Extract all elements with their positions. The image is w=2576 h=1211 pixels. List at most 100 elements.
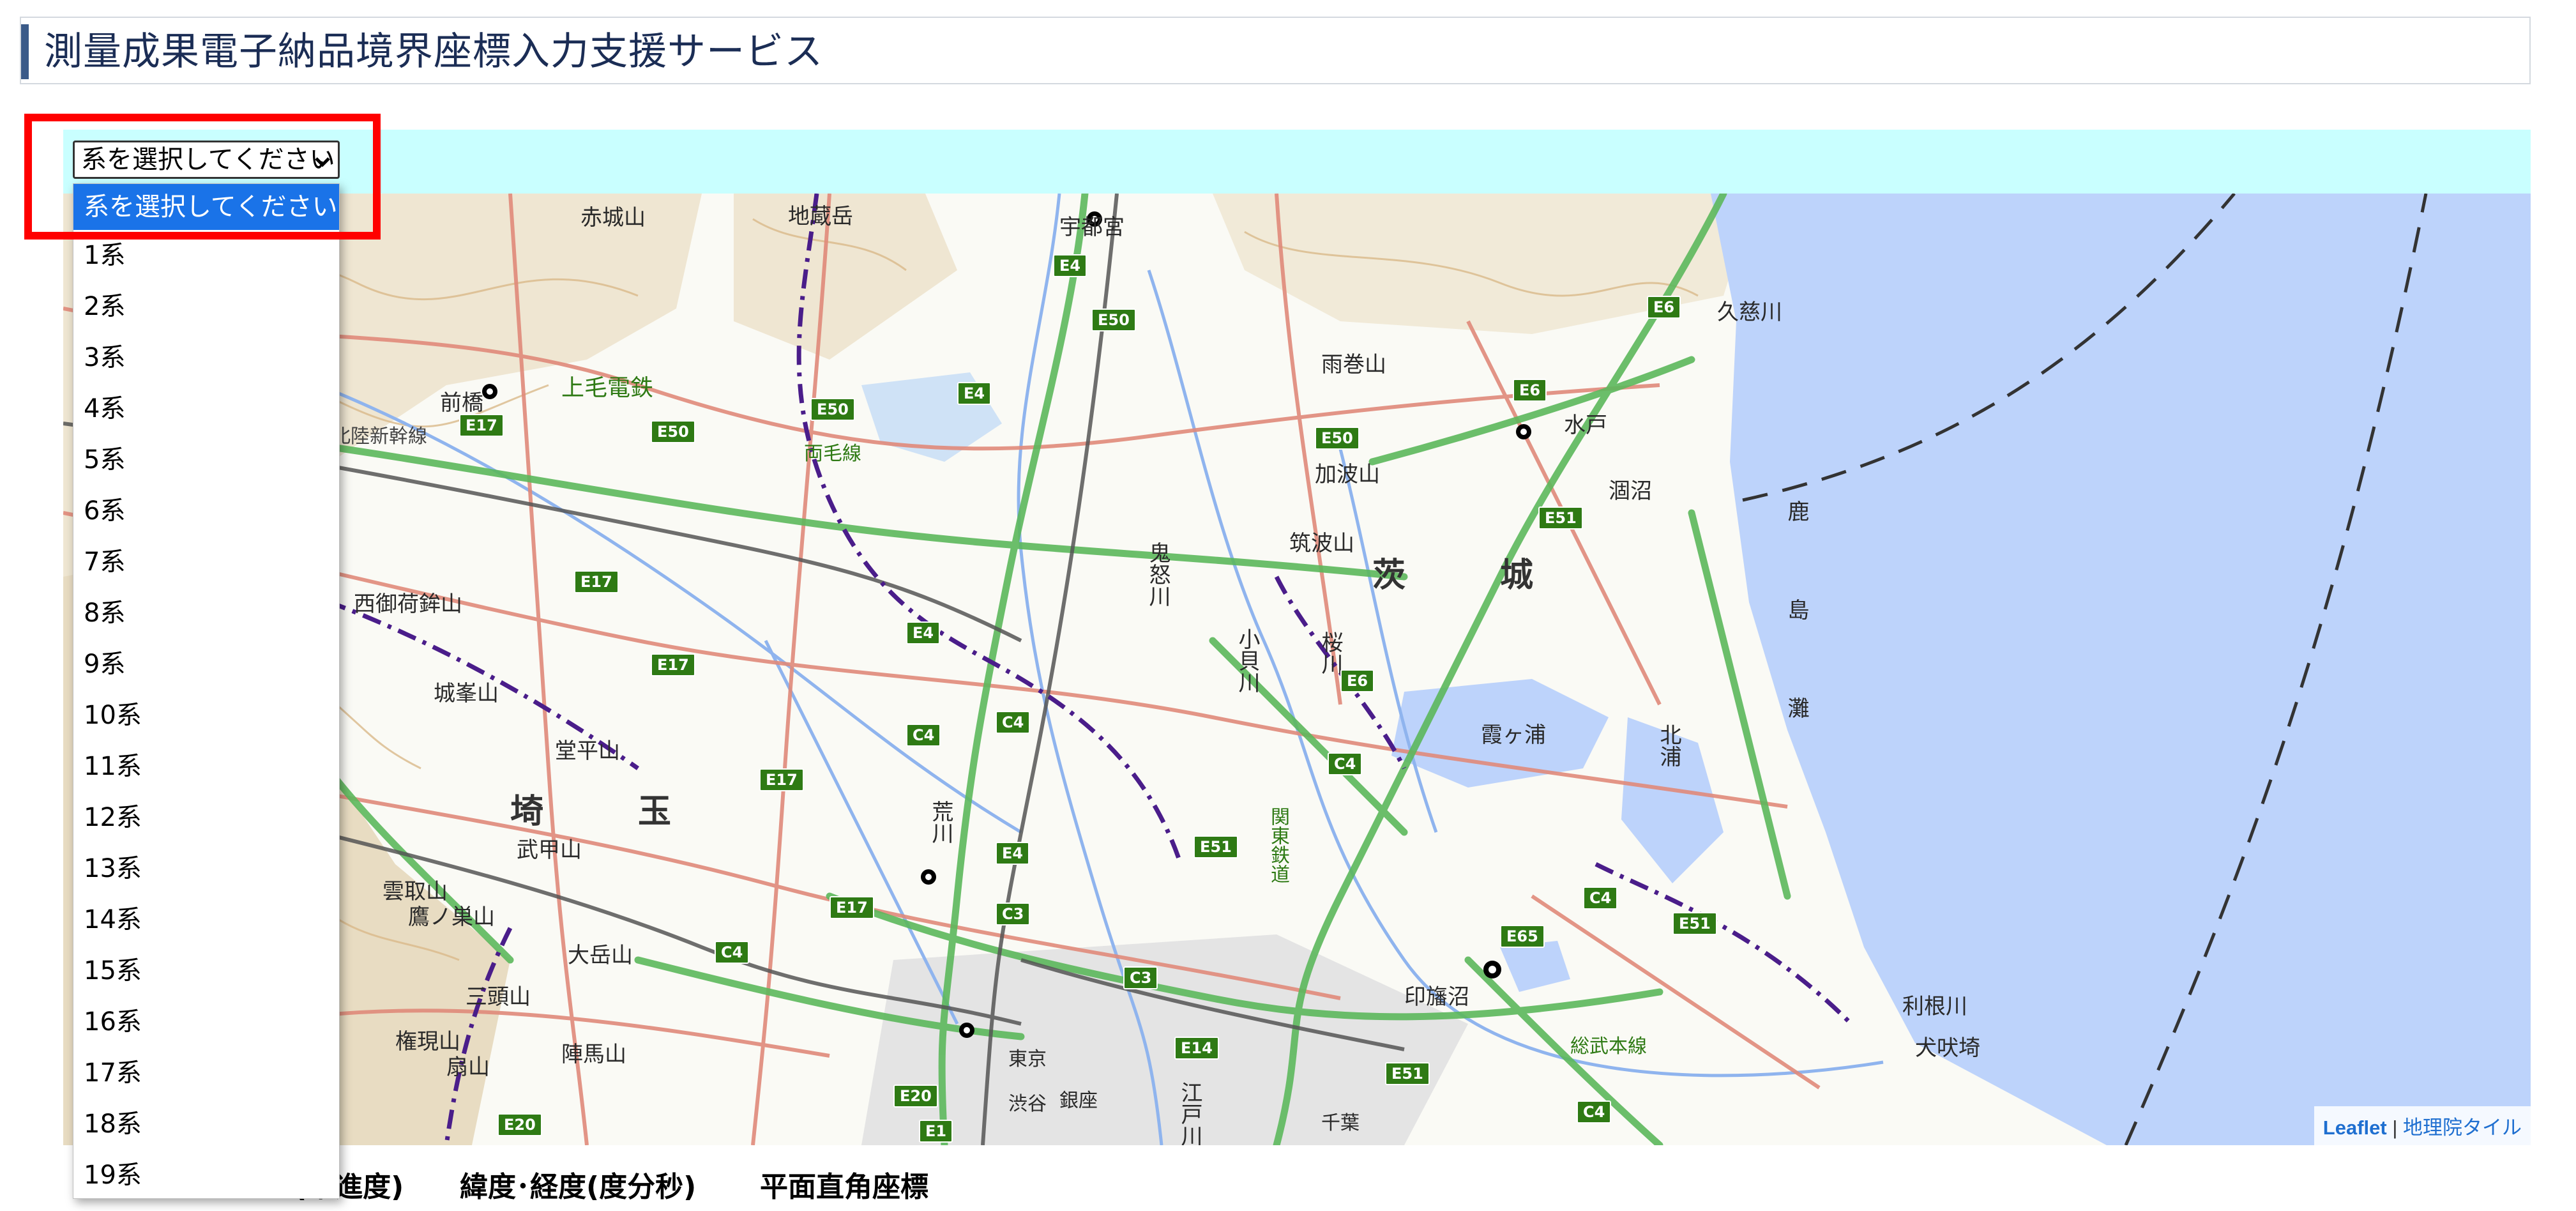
route-shield: C4 [1577, 1101, 1612, 1123]
map-view[interactable]: 赤城山 地蔵岳 宇都宮 前橋 上毛電鉄 北陸新幹線 両毛線 雨巻山 加波山 筑波… [63, 194, 2531, 1145]
route-shield: E50 [1315, 427, 1360, 450]
select-option[interactable]: 10系 [73, 690, 339, 741]
map-label: 久慈川 [1717, 300, 1782, 325]
route-shield: E4 [906, 621, 941, 644]
route-shield: C3 [996, 903, 1031, 925]
map-label: 上毛電鉄 [561, 375, 654, 401]
select-option[interactable]: 3系 [73, 332, 339, 383]
map-label: 玉 [638, 793, 672, 831]
route-shield: E6 [1647, 296, 1681, 319]
select-option[interactable]: 5系 [73, 434, 339, 485]
map-label: 印旛沼 [1404, 984, 1469, 1010]
select-option[interactable]: 17系 [73, 1047, 339, 1099]
route-shield: E50 [651, 420, 695, 443]
map-label: 地蔵岳 [788, 204, 853, 229]
map-label: 三頭山 [466, 984, 531, 1010]
select-option[interactable]: 13系 [73, 843, 339, 894]
select-option[interactable]: 19系 [73, 1150, 339, 1201]
route-shield: C4 [906, 724, 941, 747]
route-shield: C4 [715, 941, 750, 964]
highlight-annotation-box [24, 114, 381, 240]
select-dropdown-list[interactable]: 系を選択してください 1系 2系 3系 4系 5系 6系 7系 8系 9系 10… [73, 183, 340, 1199]
map-label: 大岳山 [568, 943, 633, 968]
map-label: 加波山 [1315, 462, 1380, 487]
map-label: 犬吠埼 [1915, 1035, 1980, 1061]
map-label: 鬼怒川 [1145, 542, 1171, 607]
leaflet-link[interactable]: Leaflet [2323, 1116, 2387, 1139]
route-shield: C4 [1583, 887, 1618, 910]
map-label: 両毛線 [804, 443, 861, 465]
map-label: 東京 [1008, 1048, 1047, 1070]
route-shield: E17 [459, 414, 504, 437]
page-title: 測量成果電子納品境界座標入力支援サービス [44, 29, 823, 74]
map-label: 北陸新幹線 [331, 425, 427, 448]
map-label: 扇山 [446, 1055, 490, 1080]
route-shield: E51 [1193, 835, 1238, 858]
attribution-separator: | [2386, 1116, 2403, 1139]
select-option[interactable]: 14系 [73, 894, 339, 945]
route-shield: E1 [919, 1120, 953, 1143]
map-label: 城峯山 [434, 681, 499, 706]
select-option[interactable]: 18系 [73, 1099, 339, 1150]
column-header-dms: 緯度･経度(度分秒) [460, 1171, 697, 1203]
map-label: 埼 [510, 793, 544, 831]
route-shield: E51 [1385, 1062, 1430, 1085]
page-header: 測量成果電子納品境界座標入力支援サービス [20, 17, 2531, 84]
map-label: 赤城山 [580, 205, 646, 231]
route-shield: E65 [1500, 925, 1545, 948]
route-shield: E17 [574, 570, 619, 593]
select-option[interactable]: 11系 [73, 741, 339, 792]
column-header-plane-rect: 平面直角座標 [760, 1171, 928, 1203]
route-shield: E14 [1174, 1037, 1219, 1060]
route-shield: E4 [996, 842, 1030, 865]
map-label: 利根川 [1902, 994, 1967, 1019]
route-shield: E51 [1672, 912, 1717, 935]
title-accent-bar [21, 24, 29, 79]
select-option[interactable]: 2系 [73, 281, 339, 332]
select-option[interactable]: 4系 [73, 383, 339, 434]
select-option[interactable]: 6系 [73, 485, 339, 537]
route-shield: C3 [1123, 966, 1158, 989]
select-option[interactable]: 15系 [73, 945, 339, 996]
map-label: 雨巻山 [1321, 352, 1386, 377]
select-option[interactable]: 7系 [73, 537, 339, 588]
route-shield: E51 [1538, 506, 1583, 529]
toolbar [63, 130, 2531, 194]
map-label: 鹿島灘 [1784, 500, 1809, 795]
map-label: 筑波山 [1289, 531, 1354, 556]
route-shield: E50 [1091, 308, 1136, 331]
route-shield: E6 [1513, 379, 1547, 402]
map-label: 桜川 [1317, 631, 1343, 674]
select-option[interactable]: 16系 [73, 996, 339, 1047]
route-shield: E4 [957, 382, 992, 405]
select-option[interactable]: 9系 [73, 639, 339, 690]
map-label: 総武本線 [1570, 1035, 1647, 1058]
route-shield: E17 [830, 896, 874, 919]
map-label: 茨 [1372, 556, 1406, 595]
map-label: 城 [1500, 556, 1534, 595]
map-label: 北浦 [1656, 724, 1681, 767]
map-label: 霞ヶ浦 [1481, 722, 1546, 748]
map-label: 鷹ノ巣山 [408, 904, 495, 930]
route-shield: E50 [810, 398, 855, 421]
select-option[interactable]: 8系 [73, 588, 339, 639]
route-shield: C4 [1328, 752, 1363, 775]
map-label: 前橋 [440, 390, 483, 416]
map-attribution: Leaflet | 地理院タイル [2314, 1106, 2531, 1145]
map-tiles [63, 194, 2531, 1145]
map-label: 小貝川 [1234, 628, 1260, 693]
map-label: 関東鉄道 [1267, 807, 1289, 883]
gsi-tiles-link[interactable]: 地理院タイル [2403, 1116, 2522, 1139]
map-label: 荒川 [928, 800, 953, 844]
select-option[interactable]: 12系 [73, 792, 339, 843]
map-label: 宇都宮 [1059, 215, 1125, 240]
map-label: 陣馬山 [561, 1042, 626, 1067]
map-label: 水戸 [1564, 413, 1607, 438]
route-shield: E17 [759, 768, 804, 791]
map-label: 千葉 [1321, 1112, 1360, 1134]
route-shield: E4 [1053, 254, 1087, 277]
route-shield: C4 [996, 711, 1031, 734]
map-label: 西御荷鉾山 [354, 591, 462, 617]
map-label: 銀座 [1059, 1090, 1098, 1112]
map-label: 渋谷 [1008, 1093, 1047, 1115]
